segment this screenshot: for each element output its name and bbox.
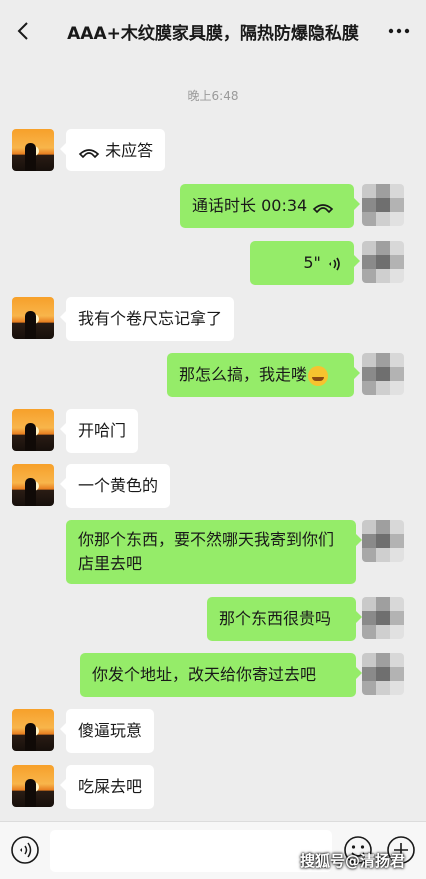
my-avatar[interactable]: [362, 653, 404, 695]
contact-avatar[interactable]: [12, 409, 54, 451]
message-text: 一个黄色的: [78, 476, 159, 495]
laughing-emoji-icon: [308, 365, 329, 386]
message-bubble-sent[interactable]: 那怎么搞，我走喽: [167, 353, 360, 397]
message-bubble-received[interactable]: 傻逼玩意: [59, 709, 155, 753]
message-text: 吃屎去吧: [78, 777, 143, 796]
message-bubble-sent[interactable]: 你发个地址，改天给你寄过去吧: [80, 653, 362, 697]
my-avatar[interactable]: [362, 597, 404, 639]
message-text: 未应答: [105, 141, 154, 160]
message-text: 那怎么搞，我走喽: [179, 365, 308, 384]
phone-icon: [78, 148, 100, 158]
voice-wave-icon: [329, 257, 340, 270]
phone-icon: [313, 203, 334, 213]
message-bubble-sent[interactable]: 你那个东西，要不然哪天我寄到你们店里去吧: [66, 520, 362, 584]
message-text: 你那个东西，要不然哪天我寄到你们店里去吧: [78, 530, 335, 573]
voice-message-bubble[interactable]: 5": [250, 241, 360, 285]
chat-header: AAA+木纹膜家具膜，隔热防爆隐私膜: [0, 0, 426, 62]
contact-avatar[interactable]: [12, 129, 54, 171]
watermark: 搜狐号@清扬君: [300, 852, 406, 870]
message-text: 我有个卷尺忘记拿了: [78, 309, 223, 328]
voice-duration: 5": [303, 253, 321, 272]
contact-avatar[interactable]: [12, 297, 54, 339]
my-avatar[interactable]: [362, 520, 404, 562]
back-chevron-icon[interactable]: [12, 19, 36, 43]
message-timestamp: 晚上6:48: [187, 89, 239, 103]
message-bubble-sent[interactable]: 通话时长 00:34: [180, 184, 360, 228]
message-input[interactable]: [50, 830, 332, 872]
message-text: 那个东西很贵吗: [219, 609, 332, 628]
my-avatar[interactable]: [362, 353, 404, 395]
message-bubble-received[interactable]: 一个黄色的: [59, 464, 171, 508]
message-text: 开哈门: [78, 421, 127, 440]
message-text: 通话时长 00:34: [192, 196, 308, 215]
message-bubble-received[interactable]: 开哈门: [59, 409, 139, 453]
message-text: 你发个地址，改天给你寄过去吧: [92, 665, 317, 684]
my-avatar[interactable]: [362, 241, 404, 283]
message-bubble-received[interactable]: 吃屎去吧: [59, 765, 155, 809]
message-text: 傻逼玩意: [78, 721, 143, 740]
more-dots-icon[interactable]: [386, 22, 412, 40]
message-bubble-sent[interactable]: 那个东西很贵吗: [207, 597, 362, 641]
contact-avatar[interactable]: [12, 464, 54, 506]
voice-input-icon[interactable]: [10, 835, 40, 865]
my-avatar[interactable]: [362, 184, 404, 226]
contact-avatar[interactable]: [12, 765, 54, 807]
contact-avatar[interactable]: [12, 709, 54, 751]
chat-title: AAA+木纹膜家具膜，隔热防爆隐私膜: [67, 24, 359, 44]
message-bubble-received[interactable]: 未应答: [59, 129, 166, 171]
message-bubble-received[interactable]: 我有个卷尺忘记拿了: [59, 297, 235, 341]
